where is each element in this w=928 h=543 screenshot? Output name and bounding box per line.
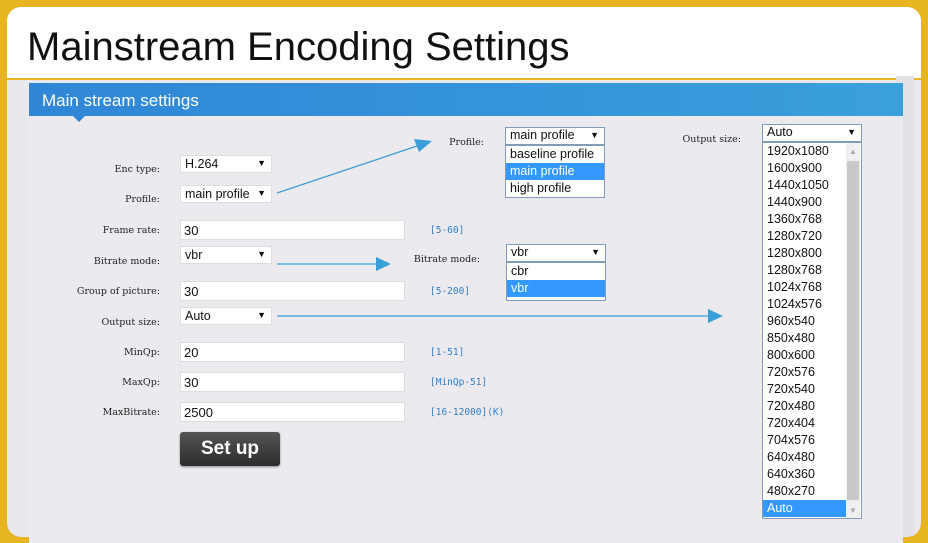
- option-item[interactable]: 480x270: [763, 483, 846, 500]
- bitrate-dropdown-value: vbr: [511, 245, 529, 259]
- option-item[interactable]: high profile: [506, 180, 604, 197]
- option-item[interactable]: 960x540: [763, 313, 846, 330]
- option-item[interactable]: 1280x768: [763, 262, 846, 279]
- chevron-down-icon: ▼: [847, 127, 856, 137]
- option-item[interactable]: 704x576: [763, 432, 846, 449]
- scroll-up-icon[interactable]: ▲: [849, 147, 857, 156]
- option-item[interactable]: 1600x900: [763, 160, 846, 177]
- scrollbar-thumb[interactable]: [847, 161, 859, 500]
- option-item[interactable]: 1024x768: [763, 279, 846, 296]
- option-item[interactable]: 850x480: [763, 330, 846, 347]
- output-dropdown-label: Output size:: [682, 134, 741, 145]
- option-item[interactable]: 640x360: [763, 466, 846, 483]
- option-item[interactable]: 1360x768: [763, 211, 846, 228]
- bitrate-dropdown-label: Bitrate mode:: [413, 254, 480, 265]
- option-item[interactable]: 1440x900: [763, 194, 846, 211]
- option-item[interactable]: cbr: [507, 263, 605, 280]
- arrow-head: [708, 309, 723, 323]
- profile-dropdown-label: Profile:: [449, 137, 484, 148]
- option-item[interactable]: 720x540: [763, 381, 846, 398]
- option-item[interactable]: Auto: [763, 500, 846, 517]
- arrow-profile: [276, 144, 421, 194]
- option-item[interactable]: 1280x800: [763, 245, 846, 262]
- option-item[interactable]: 720x480: [763, 398, 846, 415]
- profile-options-list: baseline profile main profile high profile: [505, 145, 605, 198]
- chevron-down-icon: ▼: [591, 247, 600, 257]
- scroll-down-icon[interactable]: ▼: [849, 506, 857, 515]
- option-item[interactable]: 1024x576: [763, 296, 846, 313]
- bitrate-options-list: cbr vbr: [506, 262, 606, 301]
- option-item[interactable]: 1440x1050: [763, 177, 846, 194]
- option-item[interactable]: 640x480: [763, 449, 846, 466]
- output-options-list: 1920x1080 1600x900 1440x1050 1440x900 1360x7…: [762, 142, 862, 519]
- output-dropdown-value: Auto: [767, 125, 793, 139]
- option-item[interactable]: baseline profile: [506, 146, 604, 163]
- bitrate-dropdown[interactable]: vbr ▼: [506, 244, 606, 262]
- output-dropdown[interactable]: Auto ▼: [762, 124, 862, 142]
- option-item[interactable]: 720x404: [763, 415, 846, 432]
- scrollbar[interactable]: ▲ ▼: [846, 143, 860, 518]
- option-item[interactable]: 800x600: [763, 347, 846, 364]
- option-item[interactable]: main profile: [506, 163, 604, 180]
- option-item[interactable]: 1920x1080: [763, 143, 846, 160]
- option-item[interactable]: 720x576: [763, 364, 846, 381]
- profile-dropdown-value: main profile: [510, 128, 575, 142]
- option-item[interactable]: 1280x720: [763, 228, 846, 245]
- option-item[interactable]: vbr: [507, 280, 605, 297]
